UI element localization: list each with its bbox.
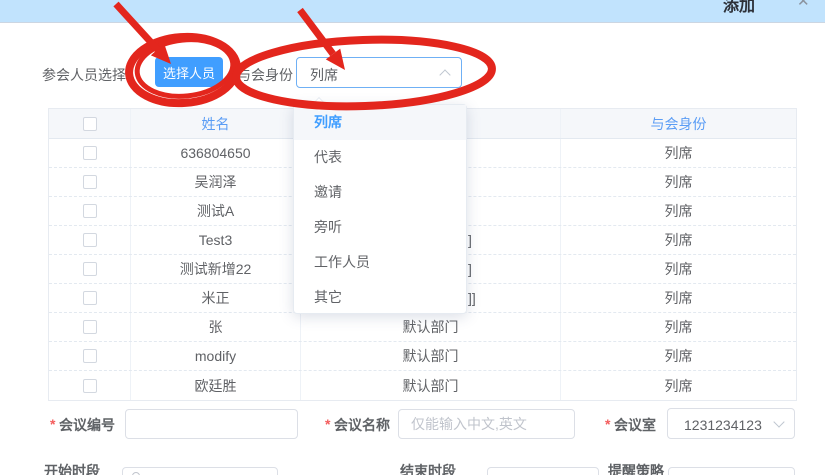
meeting-room-select[interactable]: 1231234123: [667, 408, 795, 439]
meeting-room-label: 会议室: [614, 415, 656, 435]
identity-cell: 列席: [561, 226, 796, 254]
identity-cell: 列席: [561, 197, 796, 225]
remind-policy-label: 提醒策略: [608, 461, 664, 475]
meeting-name-input[interactable]: [398, 409, 575, 439]
identity-dropdown-panel: 列席 代表 邀请 旁听 工作人员 其它: [293, 104, 467, 314]
name-column-header: 姓名: [131, 109, 301, 138]
name-cell: 张: [131, 313, 301, 341]
add-dialog: 添加 ✕ 参会人员选择： 选择人员 与会身份 列席 姓名 与会身份 636804…: [0, 0, 825, 475]
meeting-no-label: 会议编号: [59, 415, 115, 435]
participant-select-label: 参会人员选择：: [42, 65, 140, 85]
identity-cell: 列席: [561, 284, 796, 312]
select-all-checkbox[interactable]: [83, 117, 97, 131]
required-marker: *: [605, 416, 610, 432]
row-checkbox[interactable]: [83, 233, 97, 247]
chevron-up-icon: [439, 69, 450, 80]
identity-cell: 列席: [561, 313, 796, 341]
select-people-button[interactable]: 选择人员: [155, 57, 223, 87]
end-time-label: 结束时段: [400, 461, 456, 475]
name-cell: 欧廷胜: [131, 371, 301, 400]
table-row: modify 默认部门 列席: [49, 342, 796, 371]
identity-select[interactable]: 列席: [296, 57, 462, 88]
dept-cell: 默认部门: [301, 342, 561, 370]
name-cell: 测试A: [131, 197, 301, 225]
required-marker: *: [325, 416, 330, 432]
dialog-title: 添加: [723, 0, 755, 16]
identity-cell: 列席: [561, 342, 796, 370]
row-checkbox[interactable]: [83, 379, 97, 393]
start-time-input[interactable]: [122, 467, 278, 475]
meeting-name-label: 会议名称: [334, 415, 390, 435]
dropdown-option[interactable]: 其它: [294, 280, 466, 315]
dept-cell: 默认部门: [301, 313, 561, 341]
dialog-titlebar: 添加 ✕: [0, 0, 825, 23]
dropdown-option[interactable]: 旁听: [294, 210, 466, 245]
meeting-room-value: 1231234123: [684, 417, 762, 433]
meeting-no-input[interactable]: [125, 409, 298, 439]
name-cell: 636804650: [131, 139, 301, 167]
identity-select-value: 列席: [310, 65, 338, 85]
row-checkbox[interactable]: [83, 262, 97, 276]
end-time-input[interactable]: [487, 467, 599, 475]
identity-cell: 列席: [561, 255, 796, 283]
row-checkbox[interactable]: [83, 320, 97, 334]
row-checkbox[interactable]: [83, 291, 97, 305]
dept-cell: 默认部门: [301, 371, 561, 400]
name-cell: 测试新增22: [131, 255, 301, 283]
remind-policy-input[interactable]: [668, 467, 795, 475]
name-cell: Test3: [131, 226, 301, 254]
required-marker: *: [50, 416, 55, 432]
row-checkbox[interactable]: [83, 349, 97, 363]
identity-cell: 列席: [561, 139, 796, 167]
identity-cell: 列席: [561, 168, 796, 196]
chevron-down-icon: [773, 416, 784, 427]
row-checkbox[interactable]: [83, 204, 97, 218]
name-cell: modify: [131, 342, 301, 370]
identity-label: 与会身份: [237, 65, 293, 85]
dropdown-option[interactable]: 邀请: [294, 175, 466, 210]
row-checkbox[interactable]: [83, 175, 97, 189]
name-cell: 吴润泽: [131, 168, 301, 196]
identity-column-header: 与会身份: [561, 109, 796, 138]
table-row: 欧廷胜 默认部门 列席: [49, 371, 796, 400]
row-checkbox[interactable]: [83, 146, 97, 160]
dropdown-option[interactable]: 代表: [294, 140, 466, 175]
name-cell: 米正: [131, 284, 301, 312]
identity-cell: 列席: [561, 371, 796, 400]
close-icon[interactable]: ✕: [797, 0, 810, 10]
table-row: 张 默认部门 列席: [49, 313, 796, 342]
start-time-label: 开始时段: [44, 461, 100, 475]
dropdown-option[interactable]: 工作人员: [294, 245, 466, 280]
